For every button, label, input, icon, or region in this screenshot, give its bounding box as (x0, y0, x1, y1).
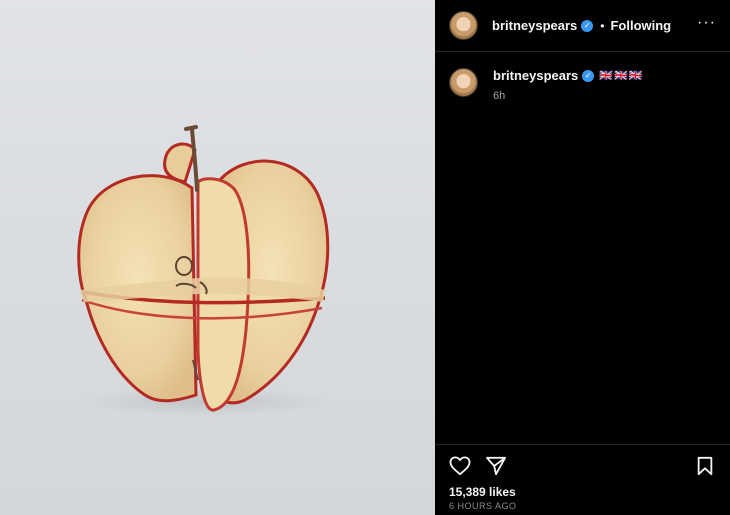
caption-line: britneyspears ✓ 🇬🇧🇬🇧🇬🇧 (493, 68, 643, 83)
posted-timestamp: 6 HOURS AGO (449, 501, 517, 511)
post-relative-time[interactable]: 6h (493, 90, 643, 102)
post-sidebar: britneyspears ✓ • Following ··· britneys… (435, 0, 730, 515)
post-caption: britneyspears ✓ 🇬🇧🇬🇧🇬🇧 6h (435, 52, 730, 102)
username-link[interactable]: britneyspears (492, 18, 577, 33)
action-group (449, 455, 507, 477)
more-options-icon[interactable]: ··· (697, 14, 716, 32)
instagram-post: britneyspears ✓ • Following ··· britneys… (0, 0, 730, 515)
caption-body: britneyspears ✓ 🇬🇧🇬🇧🇬🇧 6h (493, 68, 643, 102)
post-footer: 15,389 likes 6 HOURS AGO (435, 444, 730, 515)
send-icon[interactable] (485, 455, 507, 477)
verified-badge-icon: ✓ (581, 19, 594, 32)
avatar[interactable] (449, 11, 478, 40)
likes-count[interactable]: 15,389 likes (449, 485, 716, 499)
heart-icon[interactable] (449, 455, 471, 477)
post-image[interactable] (0, 0, 435, 515)
apple-photo (77, 125, 330, 416)
following-button[interactable]: Following (610, 18, 671, 33)
avatar[interactable] (449, 68, 478, 97)
verified-badge-icon: ✓ (582, 69, 595, 82)
separator-dot: • (600, 18, 605, 33)
post-header: britneyspears ✓ • Following ··· (435, 0, 730, 52)
caption-username-link[interactable]: britneyspears (493, 68, 578, 83)
action-bar (449, 455, 716, 477)
bookmark-icon[interactable] (694, 455, 716, 477)
caption-text: 🇬🇧🇬🇧🇬🇧 (599, 70, 644, 82)
